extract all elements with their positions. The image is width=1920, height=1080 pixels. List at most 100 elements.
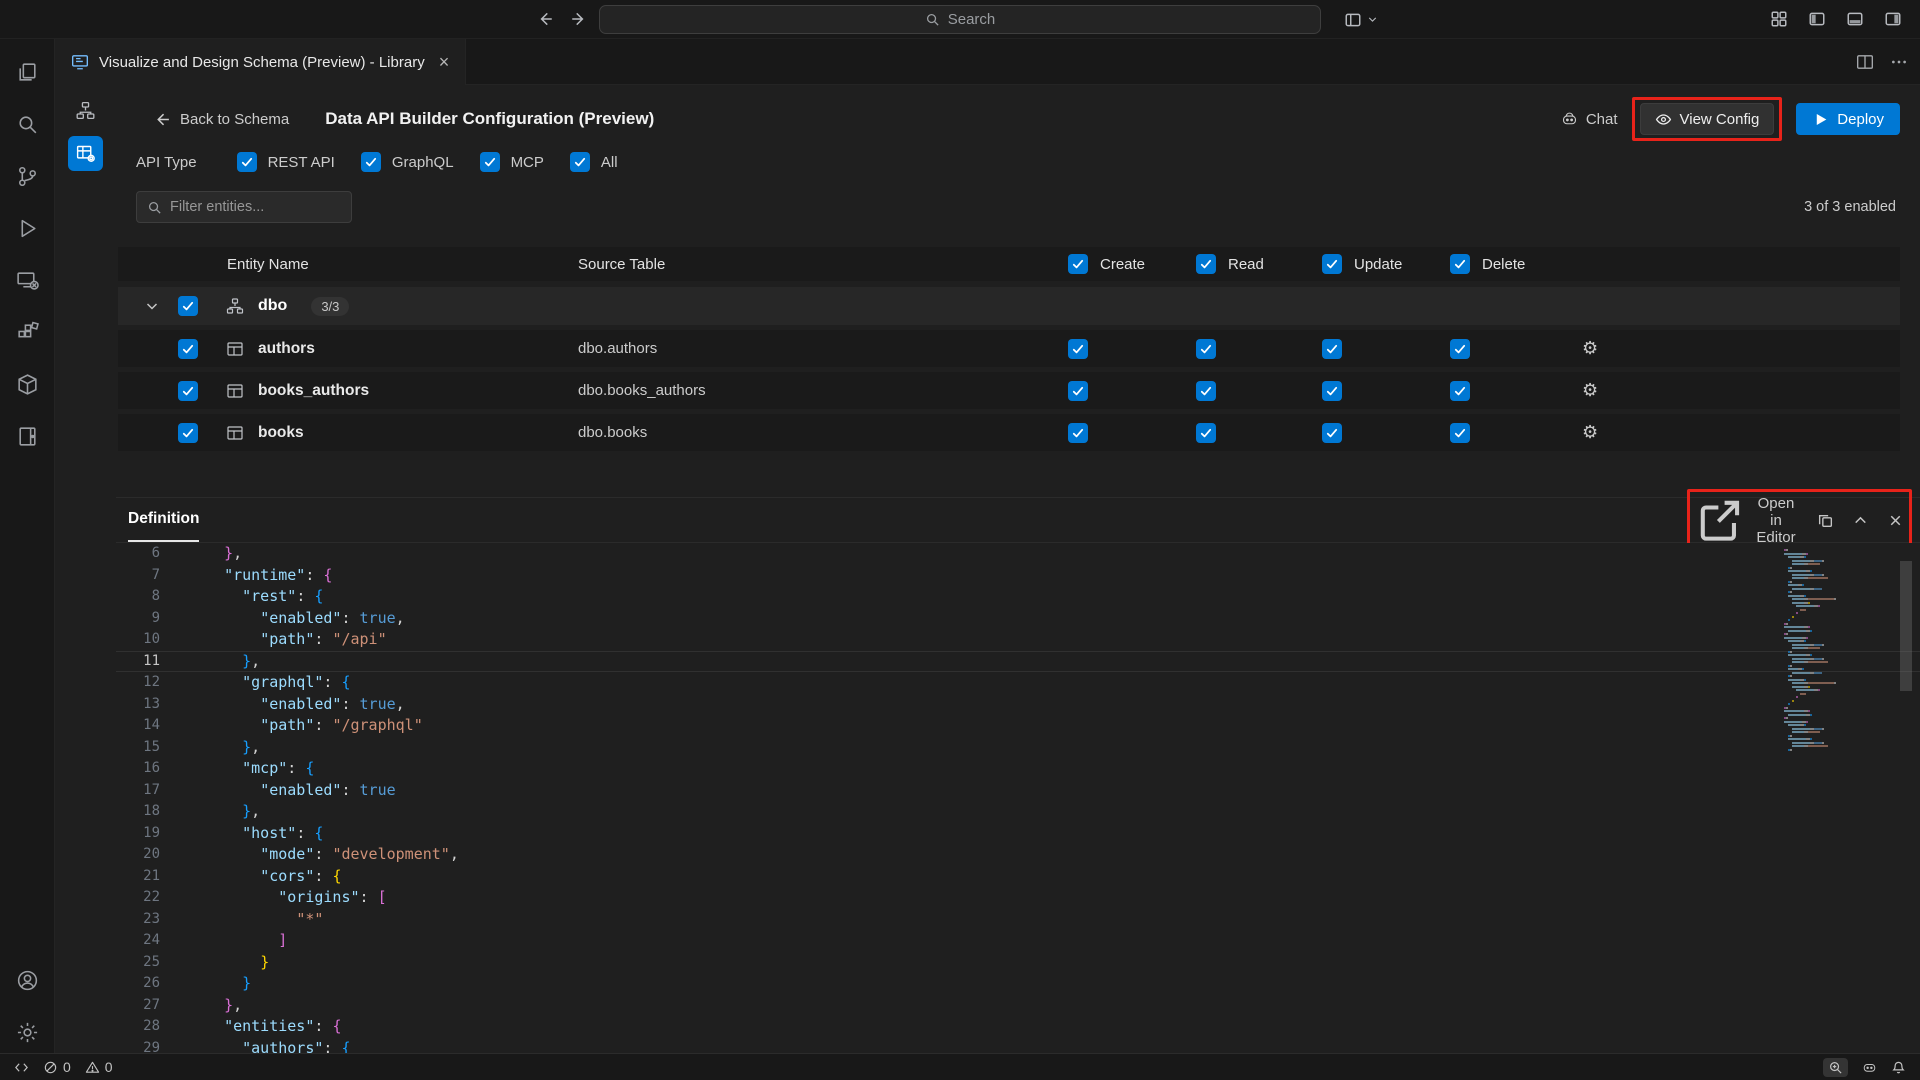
- api-type-checkbox[interactable]: [361, 152, 381, 172]
- titlebar-layout-controls: [1766, 6, 1906, 32]
- toggle-primary-sidebar-icon[interactable]: [1804, 6, 1830, 32]
- minimap-line: [1780, 742, 1892, 744]
- open-in-editor-button[interactable]: Open in Editor: [1695, 495, 1799, 546]
- crud-header-checkbox[interactable]: [1322, 254, 1342, 274]
- toggle-panel-icon[interactable]: [1842, 6, 1868, 32]
- zoom-icon[interactable]: [1823, 1058, 1848, 1077]
- row-checkbox[interactable]: [178, 339, 198, 359]
- table-row[interactable]: books_authorsdbo.books_authors⚙: [118, 372, 1900, 409]
- tab-close-icon[interactable]: ×: [439, 53, 450, 71]
- search-input[interactable]: Search: [599, 5, 1321, 34]
- crud-checkbox[interactable]: [1196, 381, 1216, 401]
- accounts-icon[interactable]: [6, 959, 48, 1001]
- crud-checkbox[interactable]: [1322, 423, 1342, 443]
- api-type-option[interactable]: All: [570, 152, 618, 172]
- run-debug-icon[interactable]: [6, 207, 48, 249]
- crud-checkbox[interactable]: [1068, 423, 1088, 443]
- customize-layout-icon[interactable]: [1766, 6, 1792, 32]
- webview-content: Back to Schema Data API Builder Configur…: [55, 85, 1920, 1053]
- tab-visualize-schema[interactable]: Visualize and Design Schema (Preview) - …: [55, 39, 466, 85]
- sql-server-icon[interactable]: [6, 415, 48, 457]
- minimap[interactable]: [1780, 549, 1892, 1053]
- page-title: Data API Builder Configuration (Preview): [325, 109, 654, 129]
- minimap-line: [1780, 703, 1892, 705]
- line-number: 21: [116, 866, 168, 888]
- crud-header-checkbox[interactable]: [1068, 254, 1088, 274]
- toggle-secondary-sidebar-icon[interactable]: [1880, 6, 1906, 32]
- source-control-icon[interactable]: [6, 155, 48, 197]
- crud-checkbox[interactable]: [1068, 381, 1088, 401]
- api-type-option[interactable]: GraphQL: [361, 152, 454, 172]
- chat-layout-widget[interactable]: [1338, 6, 1385, 33]
- remote-explorer-icon[interactable]: [6, 259, 48, 301]
- split-editor-icon[interactable]: [1856, 53, 1874, 71]
- row-settings-gear-icon[interactable]: ⚙: [1582, 380, 1598, 400]
- row-settings-gear-icon[interactable]: ⚙: [1582, 338, 1598, 358]
- crud-header-checkbox[interactable]: [1196, 254, 1216, 274]
- filter-entities-input[interactable]: [136, 191, 352, 223]
- filter-input[interactable]: [170, 199, 341, 215]
- back-to-schema-link[interactable]: Back to Schema: [154, 111, 289, 128]
- crud-checkbox[interactable]: [1068, 339, 1088, 359]
- database-projects-icon[interactable]: [6, 363, 48, 405]
- notifications-bell-icon[interactable]: [1891, 1060, 1906, 1075]
- warnings-indicator[interactable]: 0: [85, 1059, 113, 1075]
- visualize-schema-button[interactable]: [68, 93, 103, 128]
- collapse-chevron-up-icon[interactable]: [1852, 512, 1869, 529]
- api-type-option[interactable]: MCP: [480, 152, 544, 172]
- line-number: 11: [116, 651, 168, 673]
- api-type-option[interactable]: REST API: [237, 152, 335, 172]
- minimap-line: [1780, 637, 1892, 639]
- row-checkbox[interactable]: [178, 423, 198, 443]
- settings-gear-icon[interactable]: [6, 1011, 48, 1053]
- crud-checkbox[interactable]: [1450, 423, 1470, 443]
- more-actions-icon[interactable]: [1890, 53, 1908, 71]
- row-settings-gear-icon[interactable]: ⚙: [1582, 422, 1598, 442]
- nav-forward-icon[interactable]: [566, 6, 592, 32]
- table-row[interactable]: booksdbo.books⚙: [118, 414, 1900, 451]
- row-checkbox[interactable]: [178, 381, 198, 401]
- api-type-checkbox[interactable]: [570, 152, 590, 172]
- deploy-button[interactable]: Deploy: [1796, 103, 1900, 135]
- line-number: 23: [116, 909, 168, 931]
- code-line: 17 "enabled": true: [116, 780, 1920, 802]
- schema-group-row[interactable]: dbo3/3: [118, 287, 1900, 325]
- table-icon: [226, 382, 244, 400]
- errors-indicator[interactable]: 0: [43, 1059, 71, 1075]
- open-in-editor-label: Open in Editor: [1753, 495, 1799, 546]
- minimap-line: [1780, 556, 1892, 558]
- copilot-status-icon[interactable]: [1862, 1060, 1877, 1075]
- minimap-line: [1780, 721, 1892, 723]
- line-number: 28: [116, 1016, 168, 1038]
- crud-checkbox[interactable]: [1450, 381, 1470, 401]
- code-editor[interactable]: 6 },7 "runtime": {8 "rest": {9 "enabled"…: [116, 543, 1920, 1053]
- explorer-icon[interactable]: [6, 51, 48, 93]
- table-icon: [226, 424, 244, 442]
- data-api-builder-button[interactable]: [68, 136, 103, 171]
- search-sidebar-icon[interactable]: [6, 103, 48, 145]
- crud-checkbox[interactable]: [1196, 339, 1216, 359]
- extensions-icon[interactable]: [6, 311, 48, 353]
- crud-checkbox[interactable]: [1450, 339, 1470, 359]
- chat-button[interactable]: Chat: [1561, 111, 1618, 128]
- crud-checkbox[interactable]: [1322, 381, 1342, 401]
- minimap-line: [1780, 749, 1892, 751]
- remote-indicator-icon[interactable]: [14, 1060, 29, 1075]
- api-type-checkbox[interactable]: [480, 152, 500, 172]
- table-row[interactable]: authorsdbo.authors⚙: [118, 330, 1900, 367]
- crud-checkbox[interactable]: [1322, 339, 1342, 359]
- line-content: "path": "/api": [168, 629, 387, 651]
- entity-name: books_authors: [258, 382, 369, 400]
- close-icon[interactable]: [1887, 512, 1904, 529]
- vertical-scrollbar[interactable]: [1900, 561, 1912, 691]
- group-checkbox[interactable]: [178, 296, 198, 316]
- crud-checkbox[interactable]: [1196, 423, 1216, 443]
- nav-back-icon[interactable]: [532, 6, 558, 32]
- copy-icon[interactable]: [1817, 512, 1834, 529]
- api-type-checkbox[interactable]: [237, 152, 257, 172]
- chevron-down-icon[interactable]: [140, 298, 164, 314]
- crud-header-checkbox[interactable]: [1450, 254, 1470, 274]
- statusbar-right: [1823, 1058, 1906, 1077]
- code-line: 12 "graphql": {: [116, 672, 1920, 694]
- view-config-button[interactable]: View Config: [1640, 103, 1775, 135]
